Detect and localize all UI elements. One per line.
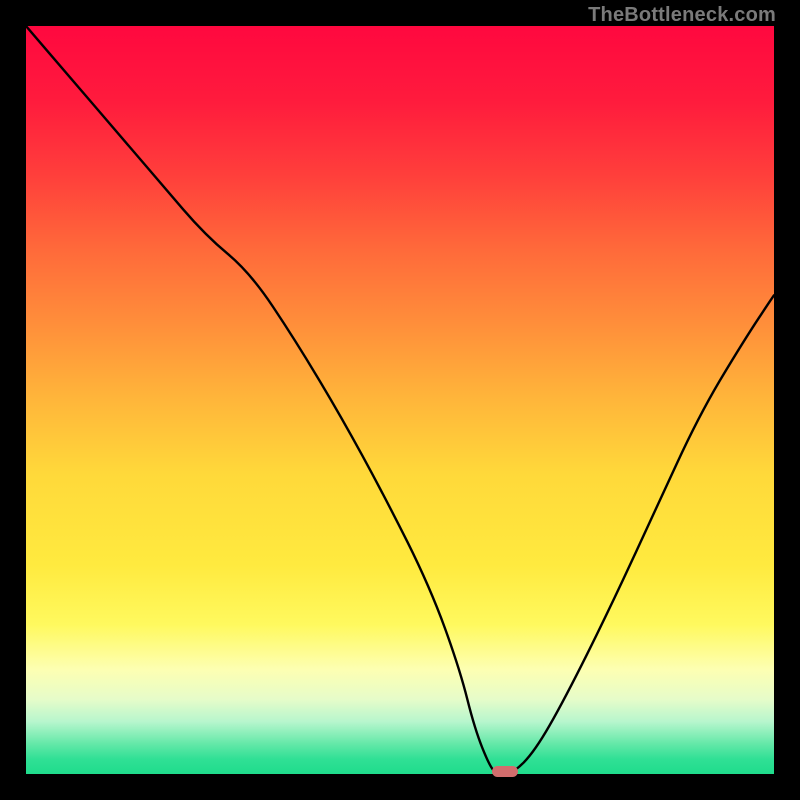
chart-gradient-background bbox=[26, 26, 774, 774]
watermark-text: TheBottleneck.com bbox=[588, 4, 776, 27]
chart-frame: TheBottleneck.com bbox=[0, 0, 800, 800]
optimal-marker bbox=[492, 766, 518, 777]
